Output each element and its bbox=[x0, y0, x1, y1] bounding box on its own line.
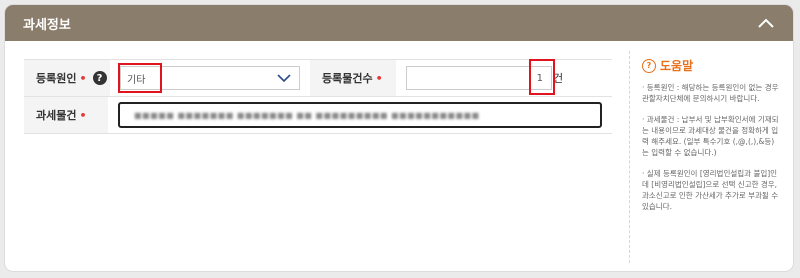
count-cell: 1 건 bbox=[396, 59, 612, 96]
question-circle-icon: ? bbox=[642, 58, 656, 73]
help-icon[interactable]: ? bbox=[92, 71, 107, 85]
count-label-text: 등록물건수 bbox=[322, 72, 373, 85]
form-row-reason: 등록원인 • ? 기타 등록물건수 • 1 건 bbox=[24, 59, 612, 96]
item-label-text: 과세물건 bbox=[36, 109, 77, 122]
required-mark: • bbox=[375, 71, 383, 85]
reason-select-value: 기타 bbox=[127, 74, 146, 86]
section-title: 과세정보 bbox=[23, 17, 71, 33]
required-mark: • bbox=[79, 108, 87, 122]
help-item: · 과세물건 : 납부서 및 납부확인서에 기재되는 내용이므로 과세대상 물건… bbox=[642, 115, 779, 157]
item-cell: ■■■■■ ■■■■■■■ ■■■■■■■ ■■ ■■■■■■■■■ ■■■■■… bbox=[108, 97, 612, 133]
chevron-down-icon bbox=[277, 73, 291, 82]
item-value-obscured: ■■■■■ ■■■■■■■ ■■■■■■■ ■■ ■■■■■■■■■ ■■■■■… bbox=[134, 110, 480, 120]
tax-form: 등록원인 • ? 기타 등록물건수 • 1 건 과세물건 • ■■■■■ ■■■… bbox=[24, 59, 612, 134]
item-input[interactable]: ■■■■■ ■■■■■■■ ■■■■■■■ ■■ ■■■■■■■■■ ■■■■■… bbox=[118, 102, 602, 128]
help-title: ? 도움말 bbox=[642, 57, 779, 74]
count-value: 1 bbox=[536, 72, 543, 84]
help-title-text: 도움말 bbox=[660, 59, 694, 73]
required-mark: • bbox=[79, 71, 87, 85]
item-label: 과세물건 • bbox=[24, 97, 108, 133]
help-item: · 실제 등록원인이 [영리법인설립과 불입]인데 [비영리법인설립]으로 선택… bbox=[642, 169, 779, 211]
reason-cell: 기타 bbox=[110, 60, 310, 96]
collapse-button[interactable] bbox=[755, 12, 777, 34]
reason-select[interactable]: 기타 bbox=[118, 63, 300, 93]
reason-label-text: 등록원인 bbox=[36, 72, 77, 85]
chevron-up-icon bbox=[758, 18, 774, 28]
reason-label: 등록원인 • ? bbox=[24, 60, 110, 96]
count-input[interactable]: 1 bbox=[406, 59, 555, 95]
count-unit: 건 bbox=[553, 72, 564, 85]
count-label: 등록물건수 • bbox=[310, 60, 396, 96]
help-panel: ? 도움말 · 등록원인 : 해당하는 등록원인이 없는 경우 관할자치단체에 … bbox=[629, 51, 779, 263]
section-header: 과세정보 bbox=[5, 5, 793, 41]
help-item: · 등록원인 : 해당하는 등록원인이 없는 경우 관할자치단체에 문의하시기 … bbox=[642, 83, 779, 103]
form-row-item: 과세물건 • ■■■■■ ■■■■■■■ ■■■■■■■ ■■ ■■■■■■■■… bbox=[24, 96, 612, 134]
tax-info-card: 과세정보 등록원인 • ? 기타 등록물건수 • 1 건 과세물건 • ■■■■… bbox=[5, 5, 793, 271]
